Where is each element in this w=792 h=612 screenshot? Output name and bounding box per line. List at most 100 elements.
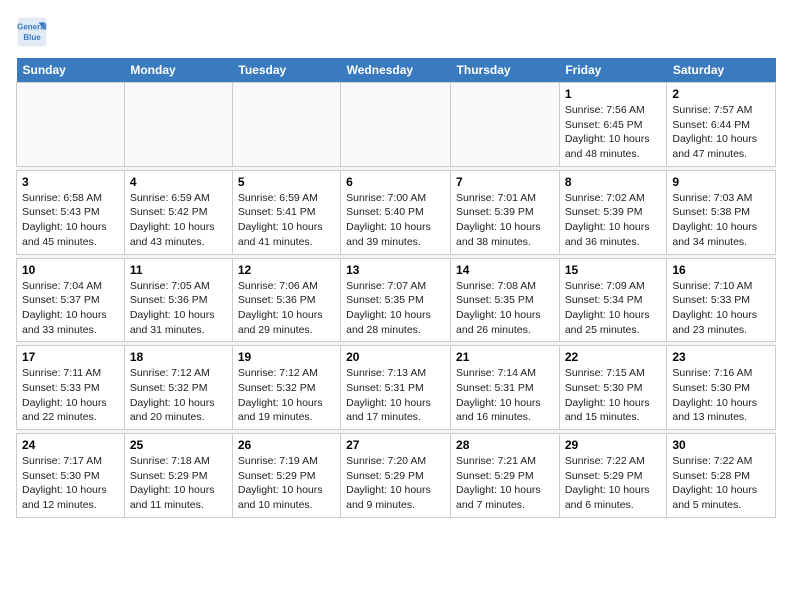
day-number: 16 (672, 263, 770, 277)
calendar-table: SundayMondayTuesdayWednesdayThursdayFrid… (16, 58, 776, 518)
calendar-cell: 16 Sunrise: 7:10 AM Sunset: 5:33 PM Dayli… (667, 258, 776, 342)
calendar-cell (451, 83, 560, 167)
day-number: 8 (565, 175, 662, 189)
calendar-cell: 30Sunrise: 7:22 AM Sunset: 5:28 PM Dayli… (667, 434, 776, 518)
calendar-cell: 8 Sunrise: 7:02 AM Sunset: 5:39 PM Daylig… (559, 170, 667, 254)
day-number: 18 (130, 350, 227, 364)
day-number: 15 (565, 263, 662, 277)
day-number: 2 (672, 87, 770, 101)
day-info: Sunrise: 7:18 AM Sunset: 5:29 PM Dayligh… (130, 454, 227, 513)
calendar-cell: 11 Sunrise: 7:05 AM Sunset: 5:36 PM Dayli… (124, 258, 232, 342)
day-number: 6 (346, 175, 445, 189)
day-number: 30 (672, 438, 770, 452)
calendar-cell: 12Sunrise: 7:06 AM Sunset: 5:36 PM Dayli… (232, 258, 340, 342)
day-info: Sunrise: 7:22 AM Sunset: 5:29 PM Dayligh… (565, 454, 662, 513)
day-info: Sunrise: 7:01 AM Sunset: 5:39 PM Dayligh… (456, 191, 554, 250)
calendar-cell (124, 83, 232, 167)
day-info: Sunrise: 7:15 AM Sunset: 5:30 PM Dayligh… (565, 366, 662, 425)
day-number: 13 (346, 263, 445, 277)
day-info: Sunrise: 7:07 AM Sunset: 5:35 PM Dayligh… (346, 279, 445, 338)
day-info: Sunrise: 6:58 AM Sunset: 5:43 PM Dayligh… (22, 191, 119, 250)
day-number: 27 (346, 438, 445, 452)
day-info: Sunrise: 7:57 AM Sunset: 6:44 PM Dayligh… (672, 103, 770, 162)
day-info: Sunrise: 7:19 AM Sunset: 5:29 PM Dayligh… (238, 454, 335, 513)
day-info: Sunrise: 7:09 AM Sunset: 5:34 PM Dayligh… (565, 279, 662, 338)
day-number: 1 (565, 87, 662, 101)
calendar-cell: 14Sunrise: 7:08 AM Sunset: 5:35 PM Dayli… (451, 258, 560, 342)
calendar-cell: 24 Sunrise: 7:17 AM Sunset: 5:30 PM Dayli… (17, 434, 125, 518)
calendar-cell: 4 Sunrise: 6:59 AM Sunset: 5:42 PM Daylig… (124, 170, 232, 254)
day-info: Sunrise: 7:12 AM Sunset: 5:32 PM Dayligh… (130, 366, 227, 425)
day-info: Sunrise: 7:16 AM Sunset: 5:30 PM Dayligh… (672, 366, 770, 425)
calendar-cell: 6Sunrise: 7:00 AM Sunset: 5:40 PM Daylig… (341, 170, 451, 254)
day-number: 26 (238, 438, 335, 452)
col-header-tuesday: Tuesday (232, 58, 340, 83)
calendar-cell: 2 Sunrise: 7:57 AM Sunset: 6:44 PM Daylig… (667, 83, 776, 167)
day-info: Sunrise: 7:03 AM Sunset: 5:38 PM Dayligh… (672, 191, 770, 250)
day-info: Sunrise: 7:56 AM Sunset: 6:45 PM Dayligh… (565, 103, 662, 162)
calendar-cell: 17 Sunrise: 7:11 AM Sunset: 5:33 PM Dayli… (17, 346, 125, 430)
day-info: Sunrise: 6:59 AM Sunset: 5:41 PM Dayligh… (238, 191, 335, 250)
calendar-cell: 28Sunrise: 7:21 AM Sunset: 5:29 PM Dayli… (451, 434, 560, 518)
day-info: Sunrise: 7:10 AM Sunset: 5:33 PM Dayligh… (672, 279, 770, 338)
day-number: 7 (456, 175, 554, 189)
day-info: Sunrise: 7:11 AM Sunset: 5:33 PM Dayligh… (22, 366, 119, 425)
calendar-header-row: SundayMondayTuesdayWednesdayThursdayFrid… (17, 58, 776, 83)
col-header-thursday: Thursday (451, 58, 560, 83)
svg-text:Blue: Blue (23, 33, 41, 42)
day-info: Sunrise: 6:59 AM Sunset: 5:42 PM Dayligh… (130, 191, 227, 250)
day-number: 4 (130, 175, 227, 189)
day-number: 29 (565, 438, 662, 452)
calendar-cell: 13 Sunrise: 7:07 AM Sunset: 5:35 PM Dayli… (341, 258, 451, 342)
calendar-cell (17, 83, 125, 167)
calendar-week-row: 24 Sunrise: 7:17 AM Sunset: 5:30 PM Dayli… (17, 434, 776, 518)
calendar-cell: 22Sunrise: 7:15 AM Sunset: 5:30 PM Dayli… (559, 346, 667, 430)
day-number: 5 (238, 175, 335, 189)
day-info: Sunrise: 7:20 AM Sunset: 5:29 PM Dayligh… (346, 454, 445, 513)
calendar-week-row: 10 Sunrise: 7:04 AM Sunset: 5:37 PM Dayli… (17, 258, 776, 342)
calendar-cell: 7 Sunrise: 7:01 AM Sunset: 5:39 PM Daylig… (451, 170, 560, 254)
calendar-week-row: 17 Sunrise: 7:11 AM Sunset: 5:33 PM Dayli… (17, 346, 776, 430)
day-number: 24 (22, 438, 119, 452)
day-number: 17 (22, 350, 119, 364)
day-number: 9 (672, 175, 770, 189)
day-info: Sunrise: 7:13 AM Sunset: 5:31 PM Dayligh… (346, 366, 445, 425)
col-header-friday: Friday (559, 58, 667, 83)
day-info: Sunrise: 7:02 AM Sunset: 5:39 PM Dayligh… (565, 191, 662, 250)
day-number: 19 (238, 350, 335, 364)
day-number: 10 (22, 263, 119, 277)
calendar-cell: 25 Sunrise: 7:18 AM Sunset: 5:29 PM Dayli… (124, 434, 232, 518)
col-header-sunday: Sunday (17, 58, 125, 83)
day-number: 28 (456, 438, 554, 452)
calendar-cell: 29 Sunrise: 7:22 AM Sunset: 5:29 PM Dayli… (559, 434, 667, 518)
day-info: Sunrise: 7:06 AM Sunset: 5:36 PM Dayligh… (238, 279, 335, 338)
day-info: Sunrise: 7:04 AM Sunset: 5:37 PM Dayligh… (22, 279, 119, 338)
calendar-cell: 18 Sunrise: 7:12 AM Sunset: 5:32 PM Dayli… (124, 346, 232, 430)
calendar-cell: 5 Sunrise: 6:59 AM Sunset: 5:41 PM Daylig… (232, 170, 340, 254)
day-number: 23 (672, 350, 770, 364)
calendar-cell: 1 Sunrise: 7:56 AM Sunset: 6:45 PM Daylig… (559, 83, 667, 167)
day-number: 11 (130, 263, 227, 277)
calendar-cell: 27 Sunrise: 7:20 AM Sunset: 5:29 PM Dayli… (341, 434, 451, 518)
day-info: Sunrise: 7:08 AM Sunset: 5:35 PM Dayligh… (456, 279, 554, 338)
calendar-cell: 3 Sunrise: 6:58 AM Sunset: 5:43 PM Daylig… (17, 170, 125, 254)
page-header: General Blue (16, 16, 776, 48)
day-number: 3 (22, 175, 119, 189)
day-info: Sunrise: 7:05 AM Sunset: 5:36 PM Dayligh… (130, 279, 227, 338)
logo-icon: General Blue (16, 16, 48, 48)
day-info: Sunrise: 7:12 AM Sunset: 5:32 PM Dayligh… (238, 366, 335, 425)
calendar-cell (341, 83, 451, 167)
day-number: 20 (346, 350, 445, 364)
logo: General Blue (16, 16, 52, 48)
col-header-wednesday: Wednesday (341, 58, 451, 83)
calendar-cell: 26 Sunrise: 7:19 AM Sunset: 5:29 PM Dayli… (232, 434, 340, 518)
calendar-week-row: 1 Sunrise: 7:56 AM Sunset: 6:45 PM Daylig… (17, 83, 776, 167)
calendar-cell: 9 Sunrise: 7:03 AM Sunset: 5:38 PM Daylig… (667, 170, 776, 254)
calendar-cell: 23 Sunrise: 7:16 AM Sunset: 5:30 PM Dayli… (667, 346, 776, 430)
day-info: Sunrise: 7:14 AM Sunset: 5:31 PM Dayligh… (456, 366, 554, 425)
day-info: Sunrise: 7:17 AM Sunset: 5:30 PM Dayligh… (22, 454, 119, 513)
col-header-saturday: Saturday (667, 58, 776, 83)
calendar-cell: 15 Sunrise: 7:09 AM Sunset: 5:34 PM Dayli… (559, 258, 667, 342)
day-number: 25 (130, 438, 227, 452)
calendar-cell: 19 Sunrise: 7:12 AM Sunset: 5:32 PM Dayli… (232, 346, 340, 430)
